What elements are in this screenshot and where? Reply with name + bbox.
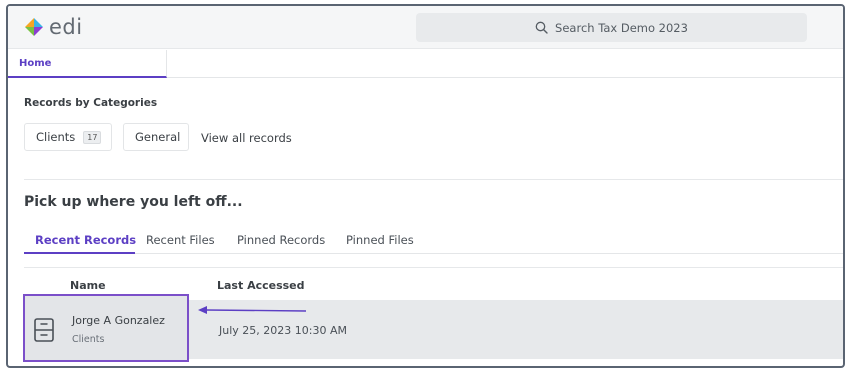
- tab-pinned-records[interactable]: Pinned Records: [237, 233, 325, 247]
- tab-recent-records[interactable]: Recent Records: [35, 233, 136, 247]
- category-general-button[interactable]: General: [123, 123, 189, 151]
- column-header-name[interactable]: Name: [70, 279, 106, 292]
- record-category: Clients: [72, 334, 105, 345]
- pickup-title: Pick up where you left off...: [24, 194, 243, 210]
- column-header-last-accessed[interactable]: Last Accessed: [217, 279, 305, 292]
- app-logo[interactable]: edi: [25, 15, 83, 39]
- category-general-label: General: [135, 130, 181, 144]
- tab-recent-files[interactable]: Recent Files: [146, 233, 215, 247]
- tab-pinned-files[interactable]: Pinned Files: [346, 233, 414, 247]
- active-tab-indicator: [24, 252, 135, 254]
- search-placeholder: Search Tax Demo 2023: [555, 20, 688, 35]
- search-bar[interactable]: Search Tax Demo 2023: [416, 13, 807, 42]
- tab-home[interactable]: Home: [8, 50, 167, 78]
- top-bar: edi Search Tax Demo 2023: [8, 6, 843, 49]
- view-all-records-link[interactable]: View all records: [201, 131, 292, 145]
- category-clients-button[interactable]: Clients 17: [24, 123, 112, 151]
- logo-text: edi: [49, 15, 83, 39]
- file-cabinet-icon: [34, 318, 54, 342]
- pointer-arrow-icon: [198, 306, 307, 314]
- tab-home-label: Home: [19, 58, 52, 69]
- search-icon: [535, 21, 548, 34]
- records-by-categories-title: Records by Categories: [24, 97, 158, 109]
- clients-count-badge: 17: [83, 130, 102, 144]
- pickup-tabs: Recent Records Recent Files Pinned Recor…: [24, 228, 843, 254]
- record-name[interactable]: Jorge A Gonzalez: [72, 314, 165, 327]
- section-divider: [24, 179, 843, 180]
- tab-bar: Home: [8, 50, 843, 78]
- app-window: edi Search Tax Demo 2023 Home Records by…: [6, 4, 845, 368]
- table-divider: [24, 267, 843, 268]
- edi-logo-icon: [25, 18, 43, 36]
- record-last-accessed: July 25, 2023 10:30 AM: [219, 324, 347, 337]
- category-clients-label: Clients: [36, 130, 76, 144]
